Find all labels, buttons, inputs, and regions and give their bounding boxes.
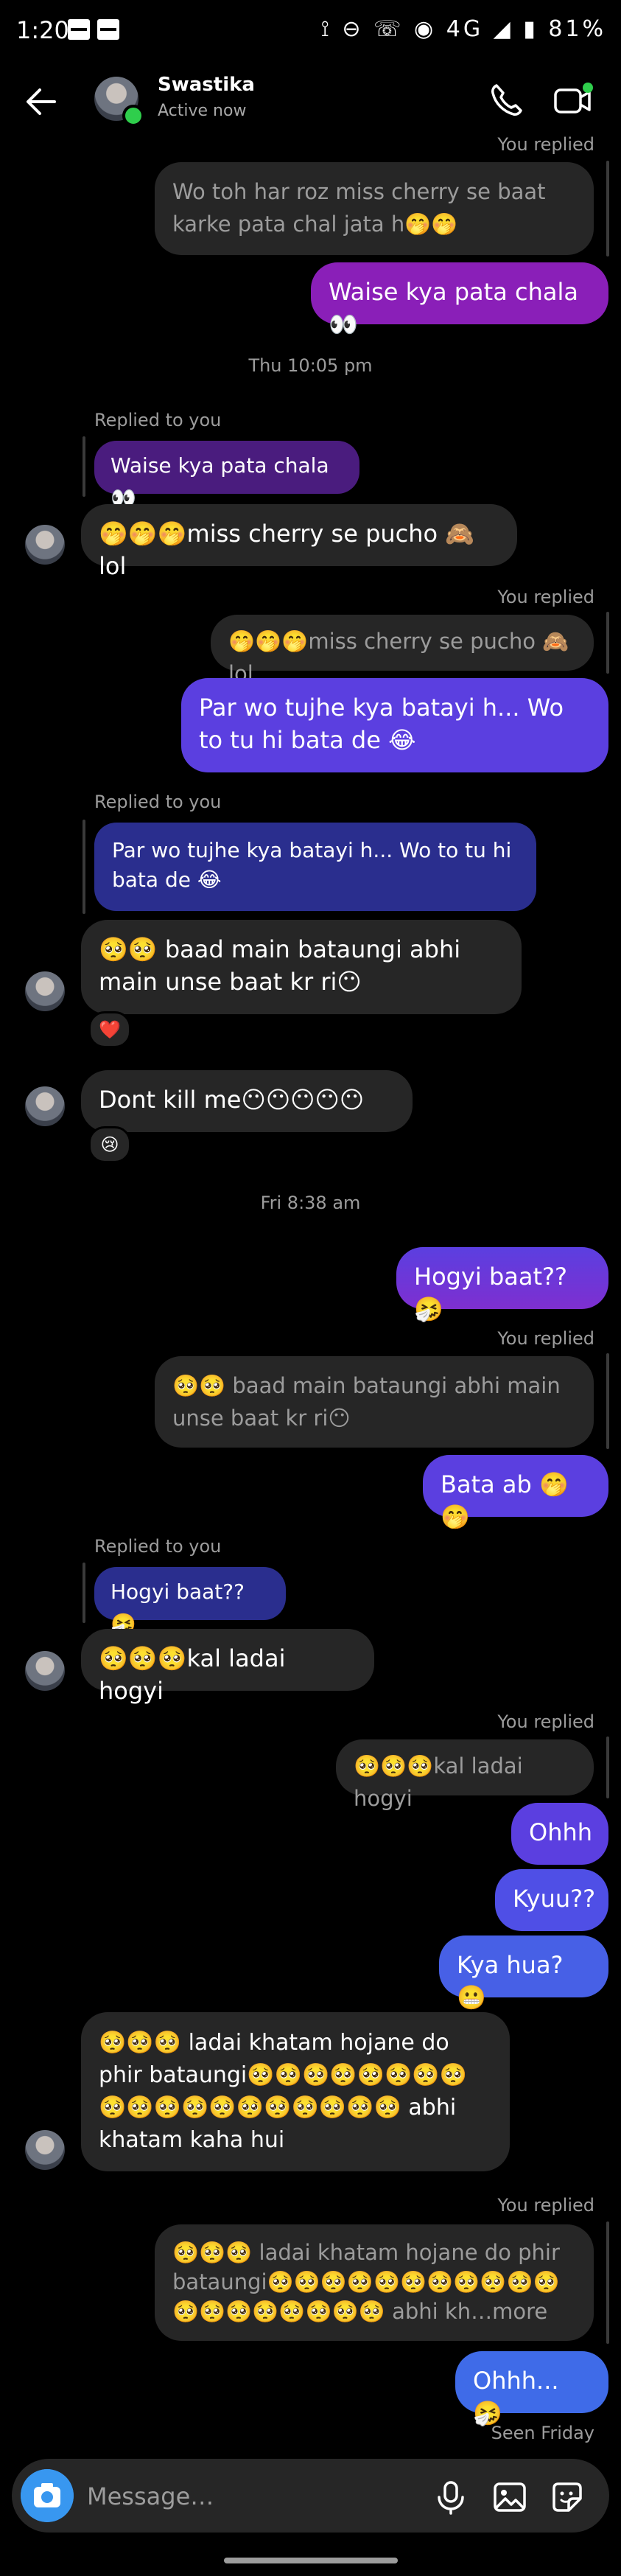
reply-label: You replied (497, 587, 594, 607)
message-input[interactable]: Message… (87, 2482, 214, 2510)
quoted-message[interactable]: 🤭🤭🤭miss cherry se pucho 🙈 lol (211, 615, 594, 686)
system-icons: ⟟ ⊖ ☏ ◉ 4G ◢ ▮ (320, 16, 538, 42)
quoted-message[interactable]: Wo toh har roz miss cherry se baat karke… (155, 162, 594, 255)
quoted-message[interactable]: 🥺🥺🥺 ladai khatam hojane do phir bataungi… (155, 2224, 594, 2341)
avatar[interactable] (25, 1086, 65, 1126)
reply-label: Replied to you (94, 410, 222, 430)
status-icons: ⟟ ⊖ ☏ ◉ 4G ◢ ▮ 81% (321, 16, 606, 42)
quoted-message[interactable]: Hogyi baat?? 🤧 (94, 1567, 286, 1636)
received-message[interactable]: Dont kill me😶😶😶😶😶 (81, 1070, 413, 1132)
sent-message[interactable]: Kya hua? 😬 (439, 1936, 608, 2011)
reply-bar (83, 820, 85, 914)
online-indicator (122, 105, 144, 127)
sent-message[interactable]: Ohhh... 🤧 (455, 2351, 608, 2427)
battery-level: 81% (548, 16, 606, 42)
quoted-message[interactable]: 🥺🥺 baad main bataungi abhi main unse baa… (155, 1356, 594, 1448)
reply-label: You replied (497, 134, 594, 155)
reply-label: You replied (497, 1328, 594, 1349)
notification-icon (97, 19, 119, 40)
reply-bar (606, 1353, 609, 1449)
contact-status: Active now (158, 102, 247, 120)
reply-label: You replied (497, 2195, 594, 2216)
sent-message[interactable]: Par wo tujhe kya batayi h... Wo to tu hi… (181, 678, 608, 772)
home-indicator[interactable] (224, 2558, 398, 2563)
avatar[interactable] (25, 2130, 65, 2170)
sent-message[interactable]: Waise kya pata chala 👀 (311, 262, 608, 338)
reply-bar (606, 161, 609, 256)
reply-bar (83, 436, 85, 497)
back-arrow-icon[interactable] (21, 81, 62, 122)
reply-label: Replied to you (94, 1536, 222, 1557)
quoted-message[interactable]: Par wo tujhe kya batayi h... Wo to tu hi… (94, 823, 536, 911)
received-message[interactable]: 🤭🤭🤭miss cherry se pucho 🙈 lol (81, 504, 517, 580)
sent-message[interactable]: Bata ab 🤭🤭 (423, 1455, 608, 1531)
sent-message[interactable]: Hogyi baat?? 🤧 (396, 1247, 608, 1323)
reaction-heart[interactable]: ❤️ (88, 1011, 131, 1048)
reply-bar (606, 1736, 609, 1798)
phone-icon[interactable] (486, 80, 527, 121)
received-message[interactable]: 🥺🥺 baad main bataungi abhi main unse baa… (81, 920, 522, 1014)
quoted-message[interactable]: 🥺🥺🥺kal ladai hogyi (336, 1739, 594, 1811)
status-bar: 1:20 ⟟ ⊖ ☏ ◉ 4G ◢ ▮ 81% (0, 0, 621, 65)
microphone-icon[interactable] (432, 2478, 470, 2516)
reaction-sad[interactable]: 😢 (88, 1126, 131, 1163)
gallery-icon[interactable] (491, 2478, 529, 2516)
reply-bar (606, 2221, 609, 2344)
camera-icon[interactable] (21, 2469, 74, 2522)
reply-label: You replied (497, 1711, 594, 1732)
avatar[interactable] (25, 1651, 65, 1691)
avatar[interactable] (25, 525, 65, 565)
sticker-icon[interactable] (548, 2478, 586, 2516)
video-call-icon[interactable] (551, 80, 595, 121)
seen-status: Seen Friday (491, 2423, 594, 2443)
notification-icon (68, 19, 90, 40)
sent-message[interactable]: Ohhh (511, 1803, 608, 1865)
reply-bar (83, 1563, 85, 1623)
received-message[interactable]: 🥺🥺🥺 ladai khatam hojane do phir bataungi… (81, 2012, 510, 2171)
contact-name[interactable]: Swastika (158, 74, 255, 96)
received-message[interactable]: 🥺🥺🥺kal ladai hogyi (81, 1629, 374, 1705)
quoted-message[interactable]: Waise kya pata chala 👀 (94, 441, 359, 510)
sent-message[interactable]: Kyuu?? (495, 1869, 608, 1931)
timestamp: Thu 10:05 pm (248, 355, 373, 376)
status-time: 1:20 (16, 16, 69, 44)
avatar[interactable] (25, 971, 65, 1011)
reply-label: Replied to you (94, 792, 222, 812)
reply-bar (606, 612, 609, 674)
timestamp: Fri 8:38 am (260, 1193, 361, 1213)
